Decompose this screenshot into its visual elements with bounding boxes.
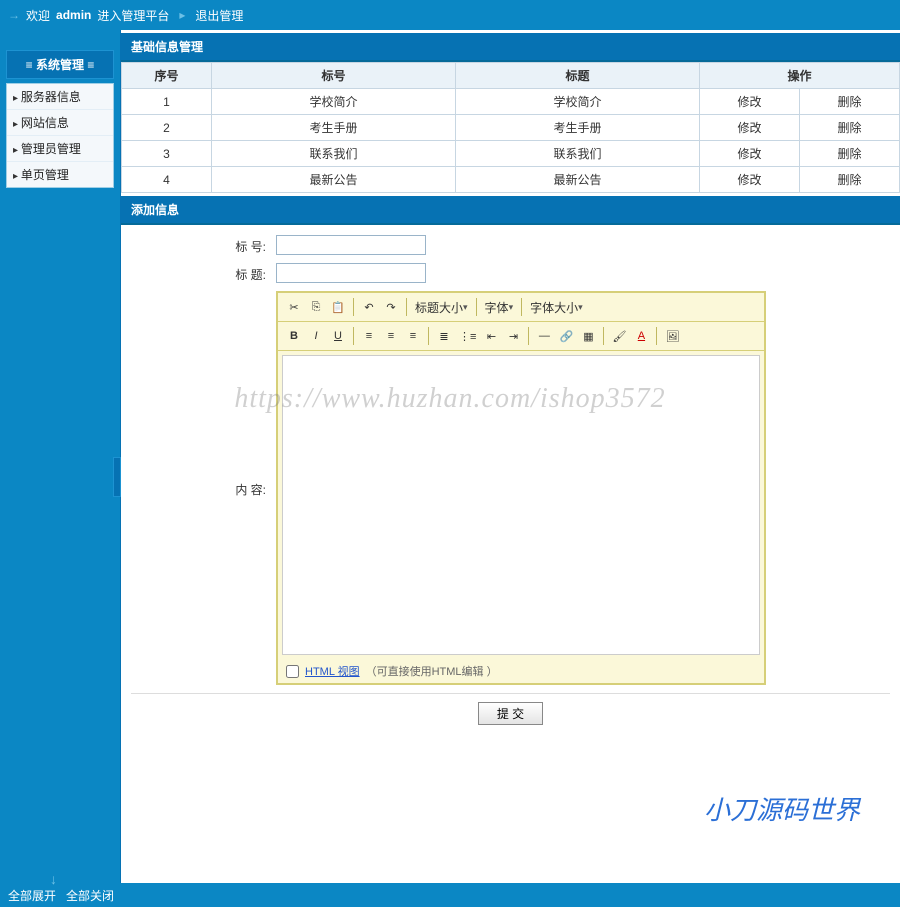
section-add-title: 添加信息 bbox=[121, 196, 900, 225]
col-number: 标号 bbox=[212, 63, 456, 89]
edit-link[interactable]: 修改 bbox=[737, 95, 761, 109]
edit-link[interactable]: 修改 bbox=[737, 121, 761, 135]
edit-link[interactable]: 修改 bbox=[737, 147, 761, 161]
font-dropdown[interactable]: 字体 bbox=[482, 297, 517, 317]
html-view-link[interactable]: HTML 视图 bbox=[305, 663, 360, 679]
welcome-prefix: 欢迎 bbox=[26, 7, 50, 24]
cell-title: 联系我们 bbox=[456, 141, 700, 167]
toolbar-divider bbox=[656, 327, 657, 345]
sidebar-item-page-manage[interactable]: 单页管理 bbox=[7, 162, 113, 187]
col-title: 标题 bbox=[456, 63, 700, 89]
redo-icon[interactable]: ↷ bbox=[381, 297, 401, 317]
table-icon[interactable]: ▦ bbox=[578, 326, 598, 346]
bottombar: ↓ 全部展开 全部关闭 bbox=[0, 883, 900, 907]
sidebar-collapse-handle[interactable] bbox=[113, 457, 121, 497]
collapse-down-icon[interactable]: ↓ bbox=[50, 871, 57, 887]
input-number[interactable] bbox=[276, 235, 426, 255]
italic-icon[interactable]: I bbox=[306, 326, 326, 346]
separator-icon: ▸ bbox=[179, 8, 185, 22]
cell-title: 最新公告 bbox=[456, 167, 700, 193]
cell-index: 4 bbox=[122, 167, 212, 193]
bold-icon[interactable]: B bbox=[284, 326, 304, 346]
image-icon[interactable]: 🖼 bbox=[662, 326, 682, 346]
topbar: → 欢迎 admin 进入管理平台 ▸ 退出管理 bbox=[0, 0, 900, 30]
delete-link[interactable]: 删除 bbox=[837, 95, 861, 109]
align-center-icon[interactable]: ≡ bbox=[381, 326, 401, 346]
sidebar-item-site-info[interactable]: 网站信息 bbox=[7, 110, 113, 136]
cell-index: 3 bbox=[122, 141, 212, 167]
align-right-icon[interactable]: ≡ bbox=[403, 326, 423, 346]
editor-footer: HTML 视图 （可直接使用HTML编辑 ） bbox=[278, 659, 764, 683]
toolbar-divider bbox=[603, 327, 604, 345]
copy-icon[interactable]: ⎘ bbox=[306, 297, 326, 317]
outdent-icon[interactable]: ⇤ bbox=[481, 326, 501, 346]
sidebar-menu: 服务器信息 网站信息 管理员管理 单页管理 bbox=[6, 83, 114, 188]
paste-icon[interactable]: 📋 bbox=[328, 297, 348, 317]
label-content: 内 容: bbox=[131, 291, 276, 498]
edit-link[interactable]: 修改 bbox=[737, 173, 761, 187]
rich-text-editor: ✂ ⎘ 📋 ↶ ↷ 标题大小 字体 字体大小 B bbox=[276, 291, 766, 685]
delete-link[interactable]: 删除 bbox=[837, 121, 861, 135]
html-view-hint: （可直接使用HTML编辑 ） bbox=[366, 663, 498, 679]
section-basic-title: 基础信息管理 bbox=[121, 33, 900, 62]
sidebar: ≡ 系统管理 ≡ 服务器信息 网站信息 管理员管理 单页管理 bbox=[0, 30, 120, 883]
cell-index: 1 bbox=[122, 89, 212, 115]
editor-body[interactable] bbox=[282, 355, 760, 655]
cut-icon[interactable]: ✂ bbox=[284, 297, 304, 317]
col-action: 操作 bbox=[700, 63, 900, 89]
label-title: 标 题: bbox=[131, 263, 276, 283]
link-icon[interactable]: 🔗 bbox=[556, 326, 576, 346]
delete-link[interactable]: 删除 bbox=[837, 147, 861, 161]
indent-icon[interactable]: ⇥ bbox=[503, 326, 523, 346]
sidebar-item-admin-manage[interactable]: 管理员管理 bbox=[7, 136, 113, 162]
expand-all-link[interactable]: 全部展开 bbox=[8, 887, 56, 904]
toolbar-divider bbox=[353, 327, 354, 345]
toolbar-divider bbox=[353, 298, 354, 316]
table-row: 2考生手册考生手册修改删除 bbox=[122, 115, 900, 141]
col-index: 序号 bbox=[122, 63, 212, 89]
arrow-icon: → bbox=[8, 8, 20, 22]
table-row: 4最新公告最新公告修改删除 bbox=[122, 167, 900, 193]
font-size-dropdown[interactable]: 字体大小 bbox=[527, 297, 586, 317]
bgcolor-icon[interactable]: 🖌 bbox=[609, 326, 629, 346]
textcolor-icon[interactable]: A bbox=[631, 326, 651, 346]
heading-size-dropdown[interactable]: 标题大小 bbox=[412, 297, 471, 317]
toolbar-divider bbox=[406, 298, 407, 316]
sidebar-item-server-info[interactable]: 服务器信息 bbox=[7, 84, 113, 110]
editor-toolbar-2: B I U ≡ ≡ ≡ ≣ ⋮≡ ⇤ ⇥ — 🔗 bbox=[278, 322, 764, 351]
toolbar-divider bbox=[476, 298, 477, 316]
basic-info-table: 序号 标号 标题 操作 1学校简介学校简介修改删除2考生手册考生手册修改删除3联… bbox=[121, 62, 900, 193]
toolbar-divider bbox=[521, 298, 522, 316]
cell-number: 学校简介 bbox=[212, 89, 456, 115]
welcome-suffix: 进入管理平台 bbox=[97, 7, 169, 24]
submit-button[interactable]: 提 交 bbox=[478, 702, 543, 725]
label-number: 标 号: bbox=[131, 235, 276, 255]
content-area: 基础信息管理 序号 标号 标题 操作 1学校简介学校简介修改删除2考生手册考生手… bbox=[120, 30, 900, 883]
cell-number: 考生手册 bbox=[212, 115, 456, 141]
unordered-list-icon[interactable]: ⋮≡ bbox=[456, 326, 479, 346]
cell-number: 最新公告 bbox=[212, 167, 456, 193]
editor-toolbar-1: ✂ ⎘ 📋 ↶ ↷ 标题大小 字体 字体大小 bbox=[278, 293, 764, 322]
underline-icon[interactable]: U bbox=[328, 326, 348, 346]
toolbar-divider bbox=[528, 327, 529, 345]
cell-index: 2 bbox=[122, 115, 212, 141]
table-row: 1学校简介学校简介修改删除 bbox=[122, 89, 900, 115]
toolbar-divider bbox=[428, 327, 429, 345]
cell-title: 考生手册 bbox=[456, 115, 700, 141]
ordered-list-icon[interactable]: ≣ bbox=[434, 326, 454, 346]
table-row: 3联系我们联系我们修改删除 bbox=[122, 141, 900, 167]
hr-icon[interactable]: — bbox=[534, 326, 554, 346]
collapse-all-link[interactable]: 全部关闭 bbox=[66, 887, 114, 904]
cell-number: 联系我们 bbox=[212, 141, 456, 167]
current-user: admin bbox=[56, 8, 91, 22]
logout-link[interactable]: 退出管理 bbox=[195, 7, 243, 24]
undo-icon[interactable]: ↶ bbox=[359, 297, 379, 317]
input-title[interactable] bbox=[276, 263, 426, 283]
sidebar-header: ≡ 系统管理 ≡ bbox=[6, 50, 114, 79]
align-left-icon[interactable]: ≡ bbox=[359, 326, 379, 346]
html-view-checkbox[interactable] bbox=[286, 665, 299, 678]
delete-link[interactable]: 删除 bbox=[837, 173, 861, 187]
cell-title: 学校简介 bbox=[456, 89, 700, 115]
